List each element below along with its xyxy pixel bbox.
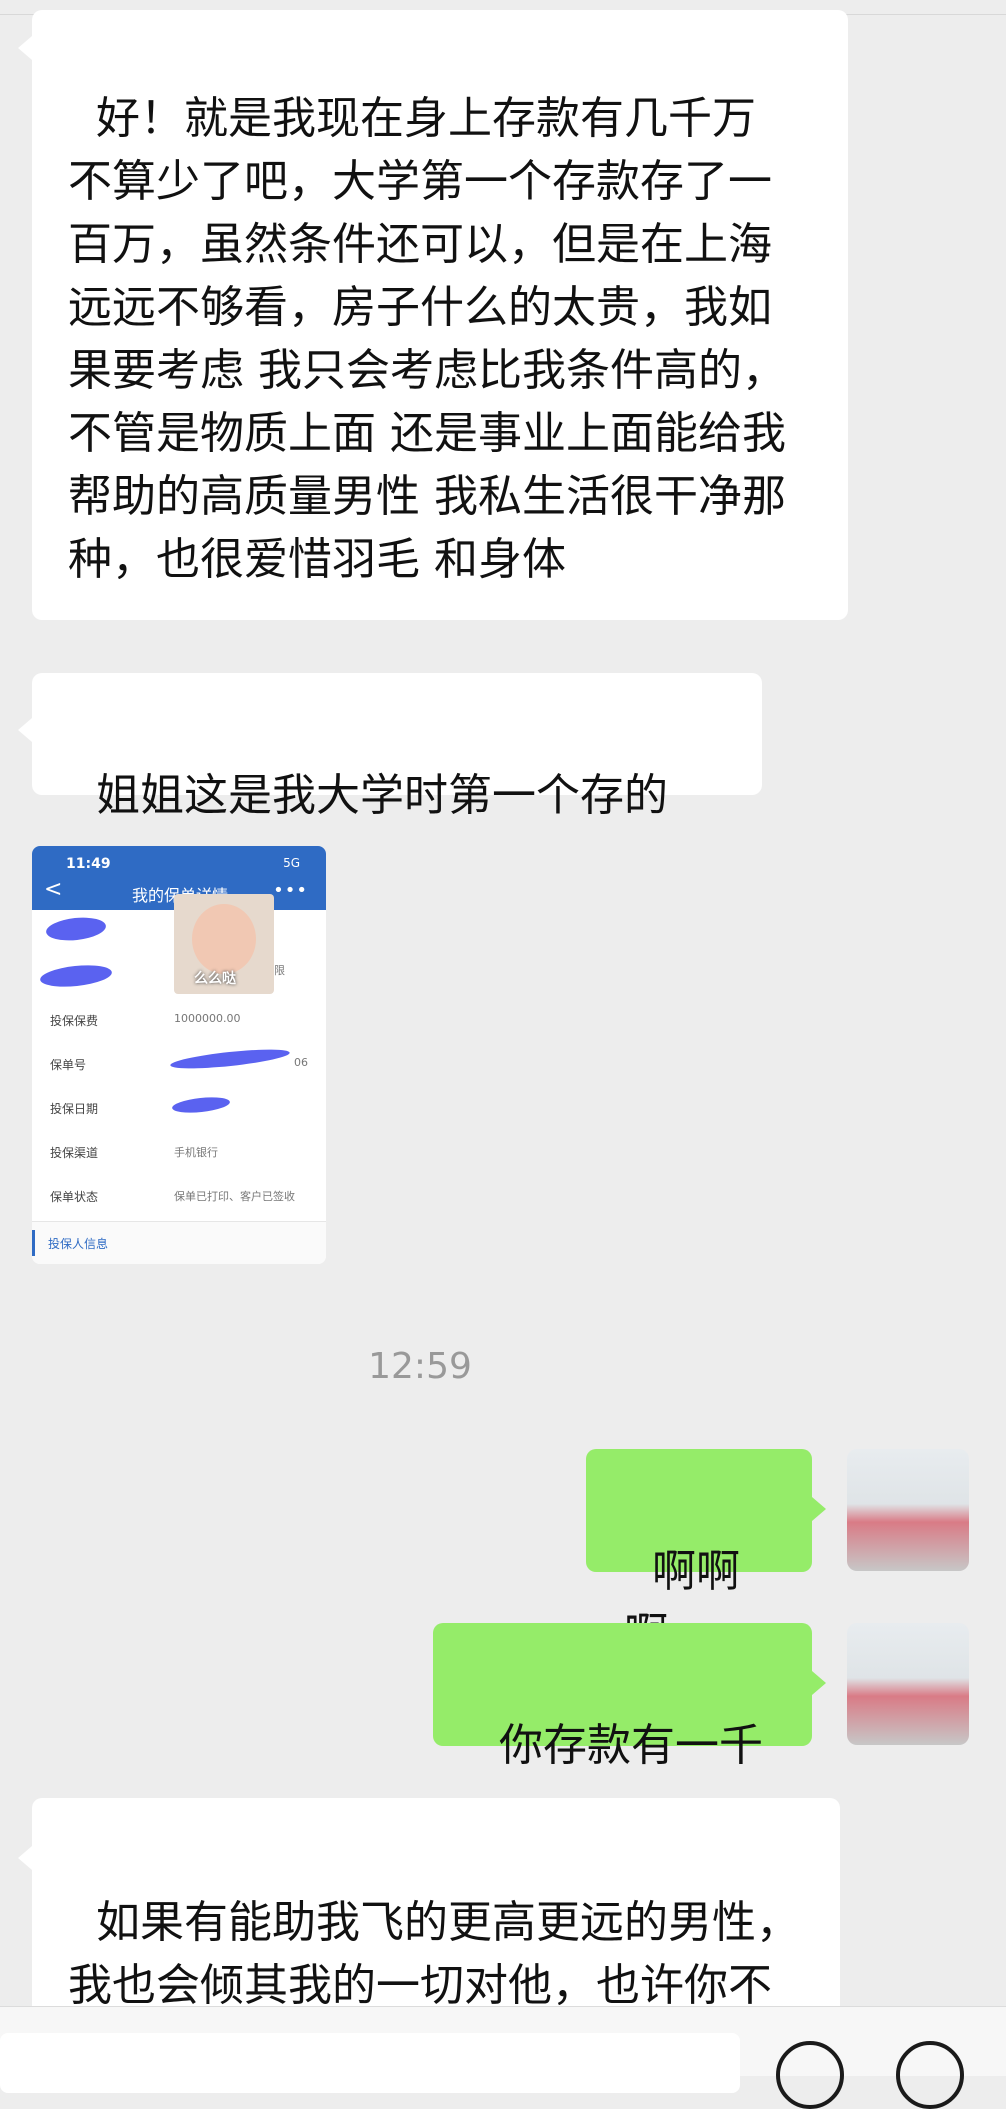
- field-value: 1000000.00: [174, 1012, 241, 1025]
- plus-icon[interactable]: [896, 2041, 964, 2109]
- emoji-icon[interactable]: [776, 2041, 844, 2109]
- message-bubble-outgoing[interactable]: 啊啊啊: [586, 1449, 812, 1660]
- sticker-image: 么么哒: [174, 894, 274, 994]
- message-text: 姐姐这是我大学时第一个存的: [95, 770, 668, 821]
- field-label: 投保保费: [50, 1014, 99, 1028]
- message-bubble-incoming[interactable]: 如果有能助我飞的更高更远的男性，我也会倾其我的一切对他，也许你不会相信，我的第一…: [32, 1798, 840, 2018]
- field-label: 投保日期: [50, 1102, 99, 1116]
- bubble-tail: [812, 1671, 826, 1695]
- bubble-tail: [18, 36, 32, 60]
- user-avatar[interactable]: [847, 1449, 969, 1571]
- insured-info-section: 投保人信息: [32, 1221, 326, 1264]
- redaction-mark: [45, 914, 107, 944]
- input-bar: [0, 2006, 1006, 2109]
- status-time: 11:49: [66, 856, 111, 872]
- bubble-tail: [18, 718, 32, 742]
- field-label: 投保渠道: [50, 1146, 99, 1160]
- section-marker: [32, 1230, 35, 1256]
- message-bubble-incoming[interactable]: 姐姐这是我大学时第一个存的: [32, 673, 762, 821]
- field-value: 06: [294, 1056, 308, 1069]
- message-bubble-outgoing[interactable]: 你存款有一千: [433, 1623, 812, 1771]
- message-input[interactable]: [0, 2033, 740, 2093]
- baby-face: [192, 904, 256, 974]
- signal-indicator: 5G: [283, 856, 300, 870]
- more-icon: •••: [273, 880, 308, 901]
- field-value: 手机银行: [174, 1146, 218, 1159]
- message-text: 好！就是我现在身上存款有几千万 不算少了吧，大学第一个存款存了一百万，虽然条件还…: [68, 93, 786, 585]
- message-text: 如果有能助我飞的更高更远的男性，我也会倾其我的一切对他，也许你不会相信，我的第一…: [68, 1897, 800, 2011]
- back-arrow-icon: <: [44, 877, 63, 902]
- screenshot-image-message[interactable]: 11:49 5G < 我的保单详情 ••• 么么哒 限 投保保费 1000000…: [32, 846, 326, 1264]
- field-value: 保单已打印、客户已签收: [174, 1190, 295, 1203]
- redaction-mark: [39, 962, 113, 990]
- message-bubble-incoming[interactable]: 好！就是我现在身上存款有几千万 不算少了吧，大学第一个存款存了一百万，虽然条件还…: [32, 10, 848, 620]
- sticker-caption: 么么哒: [194, 971, 236, 987]
- bubble-tail: [18, 1846, 32, 1870]
- chat-timestamp: 12:59: [368, 1346, 472, 1387]
- redaction-mark: [171, 1095, 231, 1115]
- redaction-mark: [169, 1045, 291, 1073]
- message-text: 你存款有一千: [498, 1720, 763, 1771]
- section-label: 投保人信息: [48, 1237, 109, 1251]
- field-label: 保单号: [50, 1058, 87, 1072]
- user-avatar[interactable]: [847, 1623, 969, 1745]
- field-label: 保单状态: [50, 1190, 99, 1204]
- bubble-tail: [812, 1497, 826, 1521]
- partial-text: 限: [274, 964, 285, 977]
